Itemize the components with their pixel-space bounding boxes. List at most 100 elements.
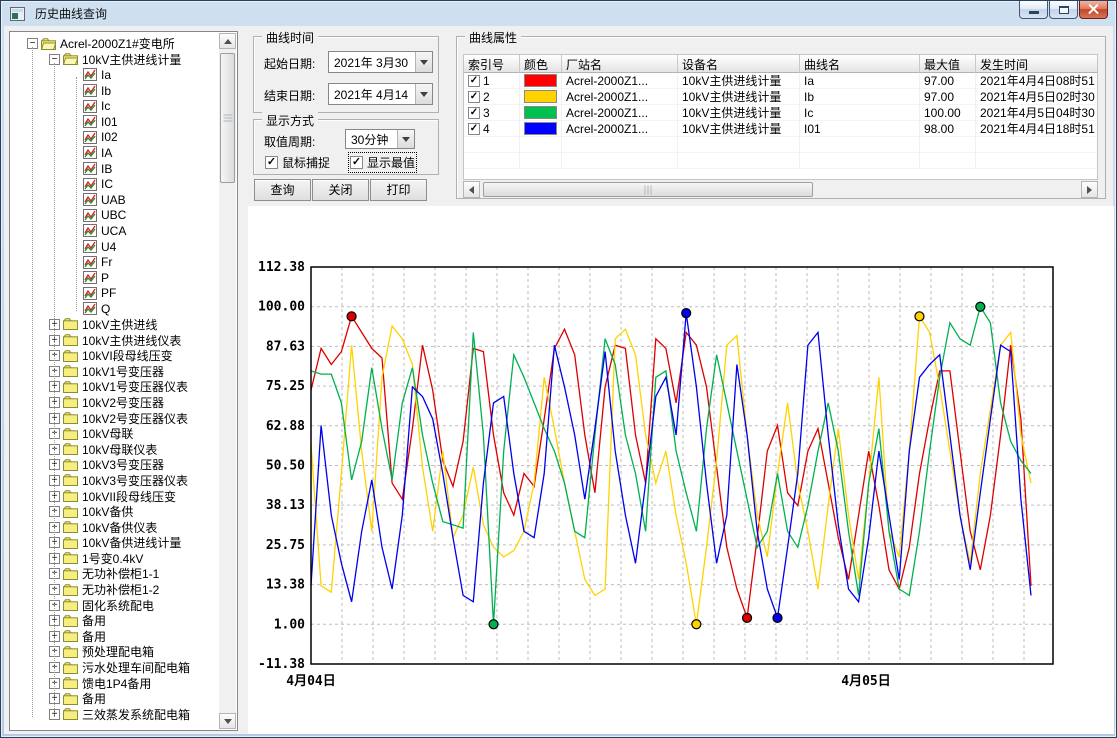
- row-checkbox[interactable]: ✓: [468, 107, 480, 119]
- column-header[interactable]: 发生时间: [976, 55, 1098, 73]
- tree-item[interactable]: +1号变0.4kV: [11, 551, 219, 567]
- show-extremes-checkbox[interactable]: ✓ 显示最值: [350, 154, 415, 171]
- tree-item[interactable]: UBC: [11, 208, 219, 224]
- tree-item[interactable]: +10kVI段母线压变: [11, 348, 219, 364]
- tree-item[interactable]: +10kVII段母线压变: [11, 488, 219, 504]
- scroll-right-button[interactable]: [1081, 181, 1098, 198]
- scroll-down-button[interactable]: [219, 713, 236, 729]
- tree-item[interactable]: +备用: [11, 691, 219, 707]
- tree-item[interactable]: PF: [11, 286, 219, 302]
- row-checkbox[interactable]: ✓: [468, 75, 480, 87]
- curve-name-cell: Ib: [800, 89, 920, 105]
- tree-item[interactable]: IA: [11, 145, 219, 161]
- tree-item[interactable]: I01: [11, 114, 219, 130]
- scrollbar-thumb[interactable]: [220, 53, 235, 183]
- thumb-grip: [223, 115, 232, 122]
- tree-vertical-scrollbar[interactable]: [219, 33, 236, 729]
- tree-item[interactable]: Ia: [11, 67, 219, 83]
- row-checkbox[interactable]: ✓: [468, 123, 480, 135]
- tree-item[interactable]: +10kV2号变压器: [11, 395, 219, 411]
- table-row[interactable]: ✓2Acrel-2000Z1...10kV主供进线计量Ib97.002021年4…: [464, 89, 1097, 105]
- station-cell: Acrel-2000Z1...: [562, 105, 678, 121]
- column-header[interactable]: 最大值: [920, 55, 976, 73]
- tree-item[interactable]: UAB: [11, 192, 219, 208]
- end-date-picker[interactable]: 2021年 4月14: [328, 83, 433, 105]
- time-cell: 2021年4月5日04时30: [976, 105, 1098, 121]
- title-bar[interactable]: 历史曲线查询: [1, 1, 1116, 26]
- tree-item[interactable]: I02: [11, 130, 219, 146]
- tree-item[interactable]: IC: [11, 176, 219, 192]
- row-checkbox[interactable]: ✓: [468, 91, 480, 103]
- start-date-picker[interactable]: 2021年 3月30: [328, 51, 433, 73]
- tree-item[interactable]: +10kV备供: [11, 504, 219, 520]
- tree-item[interactable]: +10kV主供进线: [11, 317, 219, 333]
- close-dialog-button[interactable]: 关闭: [312, 179, 369, 201]
- folder-icon: [63, 552, 78, 564]
- tree-item[interactable]: −Acrel-2000Z1#变电所: [11, 36, 219, 52]
- tree-item[interactable]: +无功补偿柜1-1: [11, 566, 219, 582]
- tree-item[interactable]: +10kV1号变压器: [11, 363, 219, 379]
- scroll-up-button[interactable]: [219, 33, 236, 49]
- y-axis-label: 75.25: [266, 379, 305, 394]
- tree-item[interactable]: P: [11, 270, 219, 286]
- end-date-dropdown-button[interactable]: [415, 84, 432, 104]
- arrow-up-icon: [224, 35, 232, 44]
- tree-item[interactable]: +10kV主供进线仪表: [11, 332, 219, 348]
- x-axis-label: 4月05日: [841, 674, 890, 689]
- tree-guide-line: [76, 77, 77, 311]
- tree-item[interactable]: +10kV备供仪表: [11, 519, 219, 535]
- empty-cell: [920, 153, 976, 169]
- tree-item[interactable]: Ic: [11, 98, 219, 114]
- tree-item[interactable]: +固化系统配电: [11, 597, 219, 613]
- tree-item[interactable]: +三效蒸发系统配电箱: [11, 707, 219, 723]
- curve-table: 索引号颜色厂站名设备名曲线名最大值发生时间✓1Acrel-2000Z1...10…: [463, 54, 1098, 180]
- tree-item[interactable]: +无功补偿柜1-2: [11, 582, 219, 598]
- tree-item[interactable]: +备用: [11, 629, 219, 645]
- start-date-dropdown-button[interactable]: [415, 52, 432, 72]
- query-button[interactable]: 查询: [254, 179, 311, 201]
- tree-item[interactable]: +10kV1号变压器仪表: [11, 379, 219, 395]
- print-button[interactable]: 打印: [370, 179, 427, 201]
- column-header[interactable]: 索引号: [464, 55, 520, 73]
- period-dropdown-button[interactable]: [397, 130, 414, 148]
- mouse-capture-checkbox[interactable]: ✓ 鼠标捕捉: [265, 154, 330, 171]
- tree-item[interactable]: +污水处理车间配电箱: [11, 660, 219, 676]
- close-icon: [1088, 4, 1099, 15]
- minimize-button[interactable]: [1019, 1, 1048, 19]
- close-button[interactable]: [1079, 1, 1108, 19]
- tree-item[interactable]: +10kV母联: [11, 426, 219, 442]
- tree-item[interactable]: +10kV母联仪表: [11, 441, 219, 457]
- scroll-left-button[interactable]: [463, 181, 480, 198]
- tree-item[interactable]: IB: [11, 161, 219, 177]
- tree-item[interactable]: +10kV2号变压器仪表: [11, 410, 219, 426]
- tree-item[interactable]: Fr: [11, 254, 219, 270]
- tree-item[interactable]: +馈电1P4备用: [11, 675, 219, 691]
- table-horizontal-scrollbar[interactable]: [463, 181, 1098, 198]
- tree-item[interactable]: Q: [11, 301, 219, 317]
- tree-item[interactable]: −10kV主供进线计量: [11, 52, 219, 68]
- folder-icon: [63, 350, 78, 362]
- maximize-button[interactable]: [1049, 1, 1078, 19]
- empty-cell: [920, 137, 976, 153]
- tree-item[interactable]: +预处理配电箱: [11, 644, 219, 660]
- column-header[interactable]: 曲线名: [800, 55, 920, 73]
- tree-item[interactable]: +10kV备供进线计量: [11, 535, 219, 551]
- column-header[interactable]: 颜色: [520, 55, 562, 73]
- column-header[interactable]: 厂站名: [562, 55, 678, 73]
- scrollbar-thumb[interactable]: [483, 182, 813, 197]
- period-combobox[interactable]: 30分钟: [345, 129, 415, 149]
- folder-icon: [63, 568, 78, 580]
- table-row[interactable]: ✓1Acrel-2000Z1...10kV主供进线计量Ia97.002021年4…: [464, 73, 1097, 89]
- window-icon: [10, 7, 25, 21]
- tree-item[interactable]: +10kV3号变压器: [11, 457, 219, 473]
- tree-item[interactable]: Ib: [11, 83, 219, 99]
- tree-item[interactable]: U4: [11, 239, 219, 255]
- table-row[interactable]: ✓3Acrel-2000Z1...10kV主供进线计量Ic100.002021年…: [464, 105, 1097, 121]
- history-curve-chart: 112.38100.0087.6375.2562.8850.5038.1325.…: [248, 206, 1114, 734]
- tree-item[interactable]: +备用: [11, 613, 219, 629]
- tree-item[interactable]: +10kV3号变压器仪表: [11, 473, 219, 489]
- tree-item[interactable]: UCA: [11, 223, 219, 239]
- table-row[interactable]: ✓4Acrel-2000Z1...10kV主供进线计量I0198.002021年…: [464, 121, 1097, 137]
- curve-icon: [83, 162, 97, 175]
- column-header[interactable]: 设备名: [678, 55, 800, 73]
